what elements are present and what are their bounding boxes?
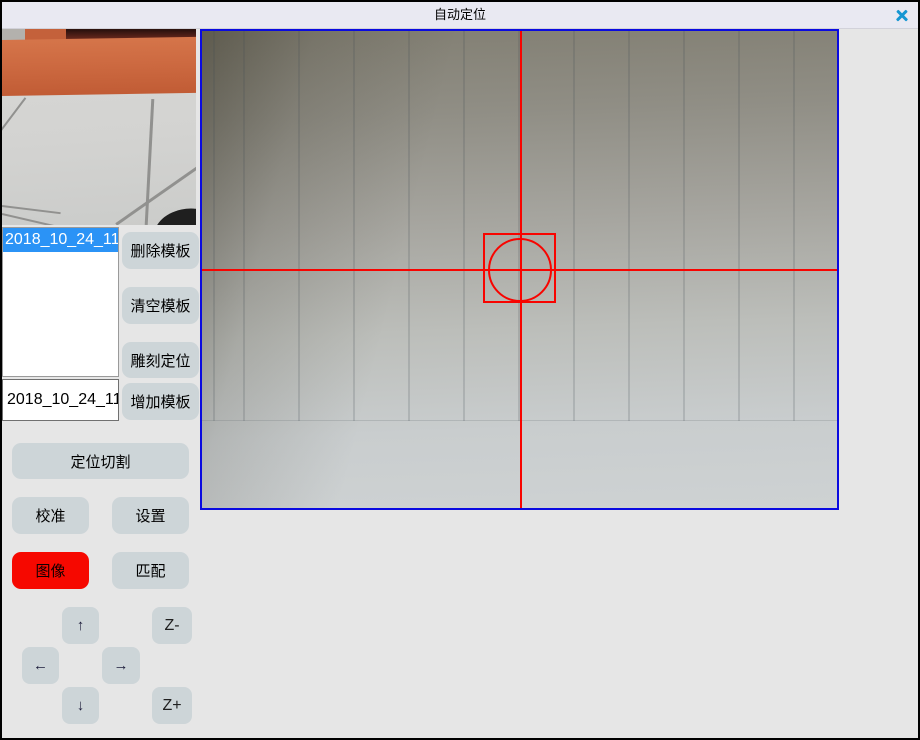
thumbnail-orange-beam (2, 37, 196, 96)
list-item[interactable]: 2018_10_24_11 (3, 228, 118, 252)
title-bar: 自动定位 (2, 2, 918, 29)
add-template-button[interactable]: 增加模板 (122, 383, 199, 420)
delete-template-button[interactable]: 删除模板 (122, 232, 199, 269)
thumbnail-tile-line (2, 205, 61, 214)
match-button[interactable]: 匹配 (112, 552, 189, 589)
jog-left-button[interactable]: ← (22, 647, 59, 684)
template-list[interactable]: 2018_10_24_11 (2, 227, 119, 377)
auto-position-window: 自动定位 2018_10_24_11 删除模板 清空模板 雕刻定位 增加模板 定… (0, 0, 920, 740)
thumbnail-tile-line (145, 99, 155, 225)
clear-templates-button[interactable]: 清空模板 (122, 287, 199, 324)
jog-z-minus-button[interactable]: Z- (152, 607, 192, 644)
jog-right-button[interactable]: → (102, 647, 140, 684)
thumbnail-tile-line (2, 213, 60, 225)
roi-circle (488, 238, 552, 302)
image-button-active[interactable]: 图像 (12, 552, 89, 589)
jog-up-button[interactable]: ↑ (62, 607, 99, 644)
engrave-position-button[interactable]: 雕刻定位 (122, 342, 199, 378)
jog-down-button[interactable]: ↓ (62, 687, 99, 724)
settings-button[interactable]: 设置 (112, 497, 189, 534)
jog-z-plus-button[interactable]: Z+ (152, 687, 192, 724)
thumbnail-tile-line (2, 97, 26, 133)
thumbnail-dark-object (150, 203, 196, 225)
template-name-field[interactable] (2, 379, 119, 421)
window-title: 自动定位 (2, 2, 918, 28)
close-button[interactable] (894, 7, 910, 23)
camera-view[interactable] (200, 29, 839, 510)
calibrate-button[interactable]: 校准 (12, 497, 89, 534)
template-thumbnail (2, 29, 196, 225)
position-cut-button[interactable]: 定位切割 (12, 443, 189, 479)
